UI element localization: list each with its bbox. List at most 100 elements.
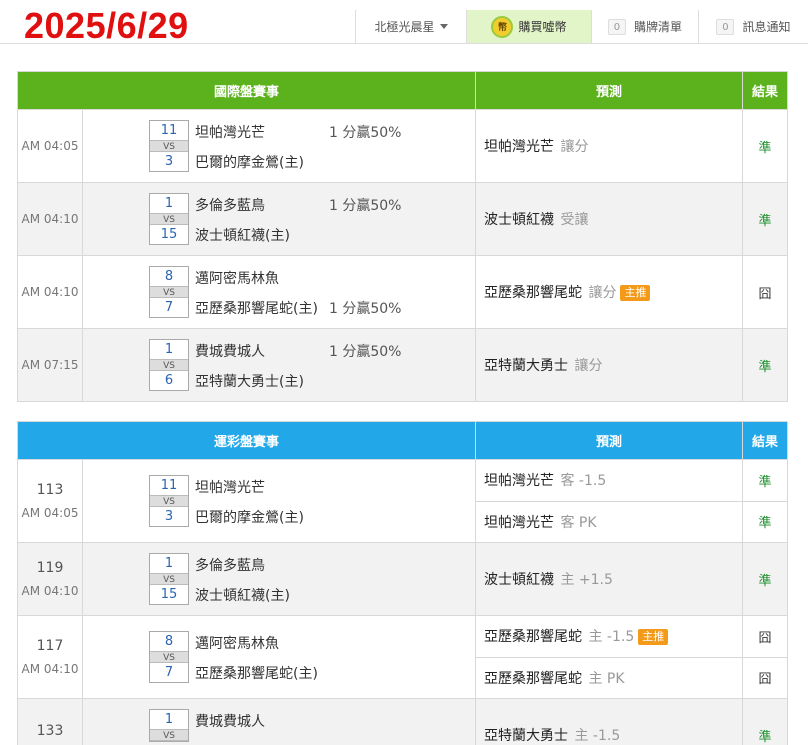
coin-icon: 幣 (491, 15, 514, 38)
match-number: 117 (36, 638, 64, 654)
vs-label: VS (150, 494, 188, 507)
away-score: 8 (164, 268, 174, 284)
prediction-cell[interactable]: 亞歷桑那響尾蛇 主 -1.5 主推 (475, 615, 744, 658)
prediction-team: 坦帕灣光芒 (484, 473, 555, 490)
home-team: 波士頓紅襪(主) (195, 228, 290, 244)
home-score: 3 (164, 508, 174, 524)
purchase-list-count: 0 (607, 18, 626, 35)
home-score: 15 (160, 226, 178, 242)
vs-label: VS (150, 285, 188, 298)
prediction-cell[interactable]: 坦帕灣光芒 讓分 (475, 109, 744, 183)
away-score: 1 (164, 555, 174, 571)
match-id-time: 113 AM 04:05 (17, 459, 83, 543)
prediction-type: 受讓 (560, 212, 589, 228)
table-row: 119 AM 04:10 1 VS 15 多倫多藍鳥 波士頓紅襪(主) 波士頓紅襪 主 +1.… (17, 542, 789, 616)
score-box: 8 VS 7 (149, 630, 189, 683)
prediction-type: 讓分 (560, 139, 589, 155)
score-box: 1 VS (149, 708, 189, 742)
away-team: 費城費城人 (195, 714, 265, 730)
score-box: 1 VS 6 (149, 338, 189, 391)
match-number: 119 (36, 560, 64, 576)
page-date: 2025/6/29 (24, 5, 189, 46)
score-box: 11 VS 3 (149, 119, 189, 172)
vs-label: VS (150, 728, 188, 741)
prediction-line: 主 -1.5 (588, 629, 635, 646)
home-team: 波士頓紅襪(主) (195, 588, 290, 604)
match-info: 11 VS 3 坦帕灣光芒巴爾的摩金鶯(主) (83, 460, 475, 542)
away-team: 邁阿密馬林魚 (195, 636, 279, 652)
lottery-predict-header: 預測 (475, 421, 744, 460)
chevron-down-icon (439, 24, 448, 29)
prediction-cell[interactable]: 亞特蘭大勇士 主 -1.5 (475, 698, 744, 745)
match-time: AM 04:10 (21, 662, 79, 676)
home-score: 3 (164, 153, 174, 169)
match-info: 1 VS 15 多倫多藍鳥 波士頓紅襪(主) (83, 543, 475, 615)
top-header: 2025/6/29 北極光晨星 幣 購買噓幣 0 購牌清單 0 訊息通知 (0, 0, 808, 46)
result-cell: 準 (742, 698, 789, 745)
table-row: 113 AM 04:05 11 VS 3 坦帕灣光芒巴爾的摩金鶯(主) 坦帕灣光芒 客 -1… (17, 459, 789, 543)
buy-coins-label: 購買噓幣 (518, 20, 567, 34)
buy-coins-button[interactable]: 幣 購買噓幣 (466, 10, 591, 43)
away-score: 11 (160, 122, 178, 138)
purchase-list-button[interactable]: 0 購牌清單 (591, 10, 698, 43)
intl-result-header: 結果 (742, 71, 789, 110)
home-score: 6 (164, 372, 174, 388)
vs-label: VS (150, 650, 188, 663)
away-score: 1 (164, 711, 174, 727)
away-team: 邁阿密馬林魚 (195, 271, 279, 287)
prediction-team: 波士頓紅襪 (484, 212, 555, 228)
table-row: 133 1 VS 費城費城人 亞特蘭大勇士 主 -1.5 準 (17, 698, 789, 745)
match-cell: 8 VS 7 邁阿密馬林魚 亞歷桑那響尾蛇(主) 1 分贏50% (81, 255, 477, 329)
match-time: AM 07:15 (17, 328, 83, 402)
odds-label: 1 分贏50% (329, 125, 402, 141)
home-team: 巴爾的摩金鶯(主) (195, 510, 304, 526)
intl-predict-header: 預測 (475, 71, 744, 110)
result-cell: 囧 (742, 615, 789, 658)
away-score: 8 (164, 633, 174, 649)
prediction-team: 坦帕灣光芒 (484, 139, 555, 155)
prediction-cell[interactable]: 亞歷桑那響尾蛇 讓分 主推 (475, 255, 744, 329)
prediction-line: 主 PK (588, 670, 625, 687)
match-id-time: 117 AM 04:10 (17, 615, 83, 699)
odds-label: 1 分贏50% (329, 301, 402, 317)
result-cell: 準 (742, 459, 789, 502)
prediction-cell[interactable]: 波士頓紅襪 受讓 (475, 182, 744, 256)
away-team: 多倫多藍鳥 (195, 198, 265, 214)
match-info: 1 VS 費城費城人 (83, 699, 475, 745)
prediction-team: 亞歷桑那響尾蛇 (484, 629, 583, 646)
prediction-cell[interactable]: 坦帕灣光芒 客 -1.5 (475, 459, 744, 502)
result-cell: 準 (742, 500, 789, 543)
result-cell: 準 (742, 109, 789, 183)
user-menu[interactable]: 北極光晨星 (355, 10, 466, 43)
lottery-result-header: 結果 (742, 421, 789, 460)
table-row: 117 AM 04:10 8 VS 7 邁阿密馬林魚 亞歷桑那響尾蛇(主) 亞歷桑那響尾蛇 主… (17, 615, 789, 699)
home-team: 亞特蘭大勇士(主) (195, 374, 304, 390)
prediction-cell[interactable]: 波士頓紅襪 主 +1.5 (475, 542, 744, 616)
vs-label: VS (150, 572, 188, 585)
match-cell: 8 VS 7 邁阿密馬林魚 亞歷桑那響尾蛇(主) (81, 615, 477, 699)
result-cell: 準 (742, 328, 789, 402)
table-row: AM 07:15 1 VS 6 費城費城人 亞特蘭大勇士(主) 1 分贏50% 亞特蘭大勇士 … (17, 328, 789, 402)
table-row: AM 04:05 11 VS 3 坦帕灣光芒 巴爾的摩金鶯(主) 1 分贏50% 坦帕灣光芒 … (17, 109, 789, 183)
prediction-cell[interactable]: 亞歷桑那響尾蛇 主 PK (475, 656, 744, 699)
home-team: 巴爾的摩金鶯(主) (195, 155, 304, 171)
prediction-cell[interactable]: 坦帕灣光芒 客 PK (475, 500, 744, 543)
odds-label: 1 分贏50% (329, 344, 402, 360)
prediction-line: 主 -1.5 (574, 728, 621, 744)
notifications-button[interactable]: 0 訊息通知 (698, 10, 808, 43)
score-box: 1 VS 15 (149, 552, 189, 605)
match-time: AM 04:10 (21, 584, 79, 598)
prediction-team: 亞歷桑那響尾蛇 (484, 670, 583, 687)
match-info: 11 VS 3 坦帕灣光芒 巴爾的摩金鶯(主) 1 分贏50% (83, 110, 475, 182)
match-cell: 1 VS 6 費城費城人 亞特蘭大勇士(主) 1 分贏50% (81, 328, 477, 402)
notifications-label: 訊息通知 (742, 20, 791, 34)
match-cell: 1 VS 費城費城人 (81, 698, 477, 745)
odds-label: 1 分贏50% (329, 198, 402, 214)
match-time: AM 04:10 (17, 182, 83, 256)
prediction-cell[interactable]: 亞特蘭大勇士 讓分 (475, 328, 744, 402)
match-number: 113 (36, 482, 64, 498)
away-team: 坦帕灣光芒 (195, 480, 265, 496)
home-score: 7 (164, 299, 174, 315)
score-box: 11 VS 3 (149, 474, 189, 527)
result-cell: 準 (742, 182, 789, 256)
